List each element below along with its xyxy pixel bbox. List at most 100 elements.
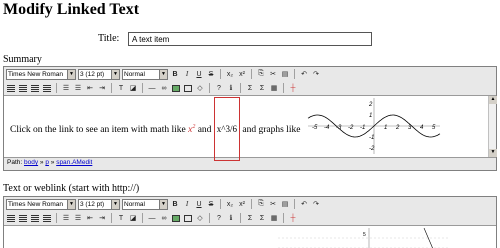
math-table-icon[interactable]: ▦ xyxy=(269,213,279,223)
y-tick-label: 5 xyxy=(363,232,366,238)
bold-button[interactable]: B xyxy=(170,69,180,79)
align-center-icon[interactable] xyxy=(18,83,28,93)
strikethrough-button[interactable]: S xyxy=(206,69,216,79)
cut-icon[interactable]: ✂ xyxy=(268,69,278,79)
x-tick-label: -1 xyxy=(360,125,365,131)
title-label: Title: xyxy=(98,33,120,44)
subscript-button[interactable]: x₂ xyxy=(225,69,235,79)
paste-icon[interactable]: ▤ xyxy=(280,199,290,209)
horizontal-rule-icon[interactable]: — xyxy=(147,83,157,93)
y-tick-label: 1 xyxy=(369,113,372,119)
info-icon[interactable]: ℹ xyxy=(226,213,236,223)
scroll-up-icon[interactable]: ▲ xyxy=(489,96,497,104)
source-code-icon[interactable]: ◇ xyxy=(195,83,205,93)
cut-icon[interactable]: ✂ xyxy=(268,199,278,209)
math-sigma-icon[interactable]: Σ xyxy=(257,83,267,93)
undo-icon[interactable]: ↶ xyxy=(299,69,309,79)
copy-icon[interactable]: ⎘ xyxy=(256,69,266,79)
underline-button[interactable]: U xyxy=(194,199,204,209)
sine-graph: -5 -4 -3 -2 -1 1 2 3 4 5 21-1-2 xyxy=(307,98,441,154)
text-color-icon[interactable]: T xyxy=(116,83,126,93)
text-color-icon[interactable]: T xyxy=(116,213,126,223)
image-icon[interactable] xyxy=(171,83,181,93)
x-tick-label: -5 xyxy=(312,125,318,131)
y-tick-label: -2 xyxy=(369,146,375,152)
font-family-select[interactable]: Times New Roman ▼ xyxy=(6,68,76,80)
graph-icon[interactable]: ┼ xyxy=(288,213,298,223)
unordered-list-icon[interactable]: ☰ xyxy=(73,213,83,223)
font-size-select[interactable]: 3 (12 pt) ▼ xyxy=(78,68,120,80)
table-icon[interactable] xyxy=(183,83,193,93)
superscript-button[interactable]: x² xyxy=(237,199,247,209)
math-sigma-icon[interactable]: Σ xyxy=(257,213,267,223)
weblink-graph: 5 xyxy=(278,228,450,248)
font-size-select[interactable]: 3 (12 pt) ▼ xyxy=(78,198,120,210)
indent-icon[interactable]: ⇥ xyxy=(97,83,107,93)
link-icon[interactable]: ∞ xyxy=(159,213,169,223)
align-left-icon[interactable] xyxy=(6,213,16,223)
divider xyxy=(56,213,57,223)
info-icon[interactable]: ℹ xyxy=(226,83,236,93)
math-table-icon[interactable]: ▦ xyxy=(269,83,279,93)
summary-content-area[interactable]: Click on the link to see an item with ma… xyxy=(4,95,497,162)
subscript-button[interactable]: x₂ xyxy=(225,199,235,209)
divider xyxy=(209,213,210,223)
ordered-list-icon[interactable]: ☰ xyxy=(61,213,71,223)
link-icon[interactable]: ∞ xyxy=(159,83,169,93)
graph-icon[interactable]: ┼ xyxy=(288,83,298,93)
divider xyxy=(240,83,241,93)
summary-scrollbar[interactable]: ▲ ▼ xyxy=(488,96,497,157)
summary-label: Summary xyxy=(3,54,42,65)
help-icon[interactable]: ? xyxy=(214,213,224,223)
divider xyxy=(283,83,284,93)
copy-icon[interactable]: ⎘ xyxy=(256,199,266,209)
chevron-down-icon: ▼ xyxy=(67,199,75,209)
help-icon[interactable]: ? xyxy=(214,83,224,93)
align-right-icon[interactable] xyxy=(30,83,40,93)
bold-button[interactable]: B xyxy=(170,199,180,209)
math-sum-icon[interactable]: Σ xyxy=(245,213,255,223)
italic-button[interactable]: I xyxy=(182,199,192,209)
chevron-down-icon: ▼ xyxy=(159,69,167,79)
format-value: Normal xyxy=(124,200,145,208)
divider xyxy=(251,69,252,79)
weblink-toolbar-row-1: Times New Roman ▼ 3 (12 pt) ▼ Normal ▼ B I … xyxy=(4,197,496,211)
redo-icon[interactable]: ↷ xyxy=(311,199,321,209)
font-family-select[interactable]: Times New Roman ▼ xyxy=(6,198,76,210)
align-right-icon[interactable] xyxy=(30,213,40,223)
background-color-icon[interactable]: ◪ xyxy=(128,83,138,93)
source-code-icon[interactable]: ◇ xyxy=(195,213,205,223)
align-left-icon[interactable] xyxy=(6,83,16,93)
underline-button[interactable]: U xyxy=(194,69,204,79)
table-icon[interactable] xyxy=(183,213,193,223)
align-justify-icon[interactable] xyxy=(42,213,52,223)
chevron-down-icon: ▼ xyxy=(67,69,75,79)
strikethrough-button[interactable]: S xyxy=(206,199,216,209)
ordered-list-icon[interactable]: ☰ xyxy=(61,83,71,93)
redo-icon[interactable]: ↷ xyxy=(311,69,321,79)
background-color-icon[interactable]: ◪ xyxy=(128,213,138,223)
align-center-icon[interactable] xyxy=(18,213,28,223)
math-sum-icon[interactable]: Σ xyxy=(245,83,255,93)
outdent-icon[interactable]: ⇤ xyxy=(85,83,95,93)
superscript-button[interactable]: x² xyxy=(237,69,247,79)
outdent-icon[interactable]: ⇤ xyxy=(85,213,95,223)
image-icon[interactable] xyxy=(171,213,181,223)
format-select[interactable]: Normal ▼ xyxy=(122,68,168,80)
indent-icon[interactable]: ⇥ xyxy=(97,213,107,223)
title-input[interactable]: A text item xyxy=(128,32,372,46)
horizontal-rule-icon[interactable]: — xyxy=(147,213,157,223)
format-select[interactable]: Normal ▼ xyxy=(122,198,168,210)
paste-icon[interactable]: ▤ xyxy=(280,69,290,79)
unordered-list-icon[interactable]: ☰ xyxy=(73,83,83,93)
divider xyxy=(142,213,143,223)
math-input-box[interactable]: x^3/6 xyxy=(213,97,241,162)
scroll-down-icon[interactable]: ▼ xyxy=(489,149,497,157)
text-and: and xyxy=(195,125,214,136)
divider xyxy=(283,213,284,223)
divider xyxy=(142,83,143,93)
align-justify-icon[interactable] xyxy=(42,83,52,93)
weblink-content-area[interactable]: 5 xyxy=(4,225,496,248)
undo-icon[interactable]: ↶ xyxy=(299,199,309,209)
italic-button[interactable]: I xyxy=(182,69,192,79)
